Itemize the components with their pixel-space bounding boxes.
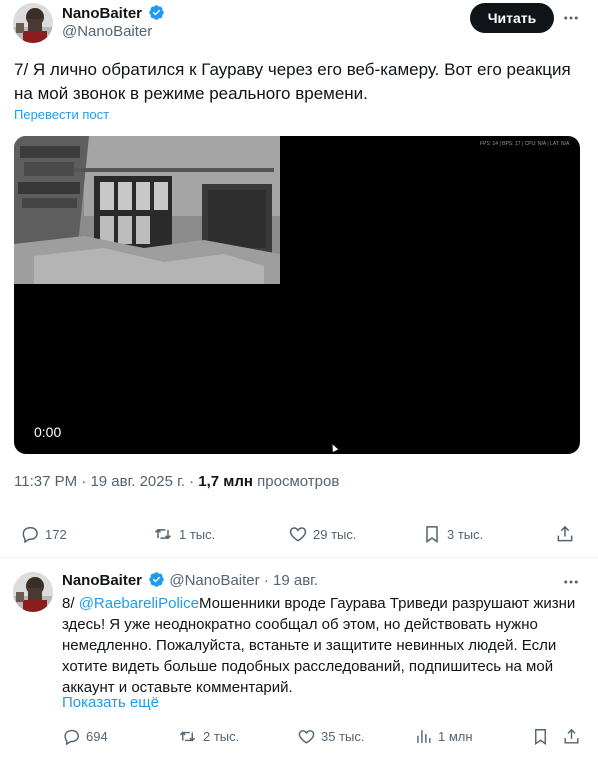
main-post: NanoBaiter @NanoBaiter Читать 7/ Я лично… — [0, 0, 598, 558]
reply-count: 172 — [45, 526, 67, 542]
reply-count: 694 — [86, 728, 108, 744]
reply-author-name[interactable]: NanoBaiter — [62, 572, 142, 589]
author-handle[interactable]: @NanoBaiter — [62, 23, 152, 40]
mouse-cursor-icon — [329, 443, 339, 452]
heart-icon — [289, 527, 307, 542]
bookmark-count: 3 тыс. — [447, 526, 484, 542]
bookmark-button[interactable] — [531, 724, 550, 748]
more-horizontal-icon[interactable] — [561, 572, 581, 592]
reply-header: NanoBaiter @NanoBaiter · 19 авг. — [62, 571, 318, 592]
repost-button[interactable]: 2 тыс. — [177, 724, 239, 748]
comment-bubble-icon — [22, 527, 38, 544]
views-count: 1,7 млн — [198, 473, 253, 490]
views-label: просмотров — [257, 473, 340, 490]
author-name[interactable]: NanoBaiter — [62, 5, 142, 22]
share-button[interactable] — [555, 522, 575, 546]
repost-arrows-icon — [179, 731, 196, 741]
share-button[interactable] — [562, 724, 581, 748]
like-button[interactable]: 29 тыс. — [288, 522, 356, 546]
follow-button[interactable]: Читать — [470, 3, 554, 33]
author-avatar[interactable] — [13, 3, 53, 43]
like-button[interactable]: 35 тыс. — [297, 724, 364, 748]
video-player[interactable]: FPS: 14 | BPS: 17 | CPU: N/A | LAT: N/A … — [14, 136, 580, 454]
post-text: 7/ Я лично обратился к Гаураву через его… — [14, 60, 571, 103]
reply-date[interactable]: 19 авг. — [273, 572, 318, 589]
reply-action-bar: 694 2 тыс. 35 тыс. 1 млн — [0, 724, 598, 748]
post-date[interactable]: 19 авг. 2025 г. — [90, 473, 184, 490]
reply-author-avatar[interactable] — [13, 572, 53, 612]
verified-badge-icon — [148, 571, 165, 592]
post-meta: 11:37 PM · 19 авг. 2025 г. · 1,7 млн про… — [14, 473, 339, 490]
post-action-bar: 172 1 тыс. 29 тыс. 3 тыс. — [0, 522, 598, 546]
views-count: 1 млн — [438, 728, 473, 744]
reply-separator: · — [263, 572, 273, 589]
views-button[interactable]: 1 млн — [414, 724, 473, 748]
post-time[interactable]: 11:37 PM — [14, 473, 77, 490]
reply-number: 8/ — [62, 595, 75, 612]
bookmark-icon — [426, 526, 438, 543]
bookmark-button[interactable]: 3 тыс. — [422, 522, 483, 546]
show-more-link[interactable]: Показать ещё — [62, 694, 159, 711]
reply-author-handle[interactable]: @NanoBaiter — [169, 572, 259, 589]
like-count: 35 тыс. — [321, 728, 365, 744]
share-upload-icon — [564, 728, 579, 744]
repost-count: 1 тыс. — [179, 526, 216, 542]
reply-text: 8/ @RaebareliPoliceМошенники вроде Гаура… — [62, 593, 582, 698]
repost-arrows-icon — [154, 528, 172, 540]
meta-separator: · — [189, 473, 199, 490]
reply-button[interactable]: 694 — [62, 724, 108, 748]
repost-button[interactable]: 1 тыс. — [152, 522, 215, 546]
mention-link[interactable]: @RaebareliPolice — [79, 595, 199, 612]
avatar-image — [13, 572, 53, 612]
webcam-frame — [14, 136, 280, 284]
more-horizontal-icon[interactable] — [561, 8, 581, 28]
share-upload-icon — [557, 525, 573, 542]
comment-bubble-icon — [64, 729, 79, 745]
heart-icon — [298, 729, 315, 744]
bar-chart-icon — [417, 729, 431, 743]
reply-button[interactable]: 172 — [20, 522, 67, 546]
like-count: 29 тыс. — [313, 526, 357, 542]
video-timecode: 0:00 — [34, 424, 62, 440]
stream-stats-overlay: FPS: 14 | BPS: 17 | CPU: N/A | LAT: N/A — [480, 141, 570, 147]
avatar-image — [13, 3, 53, 43]
bookmark-icon — [535, 728, 546, 745]
translate-link[interactable]: Перевести пост — [14, 107, 109, 122]
repost-count: 2 тыс. — [203, 728, 240, 744]
